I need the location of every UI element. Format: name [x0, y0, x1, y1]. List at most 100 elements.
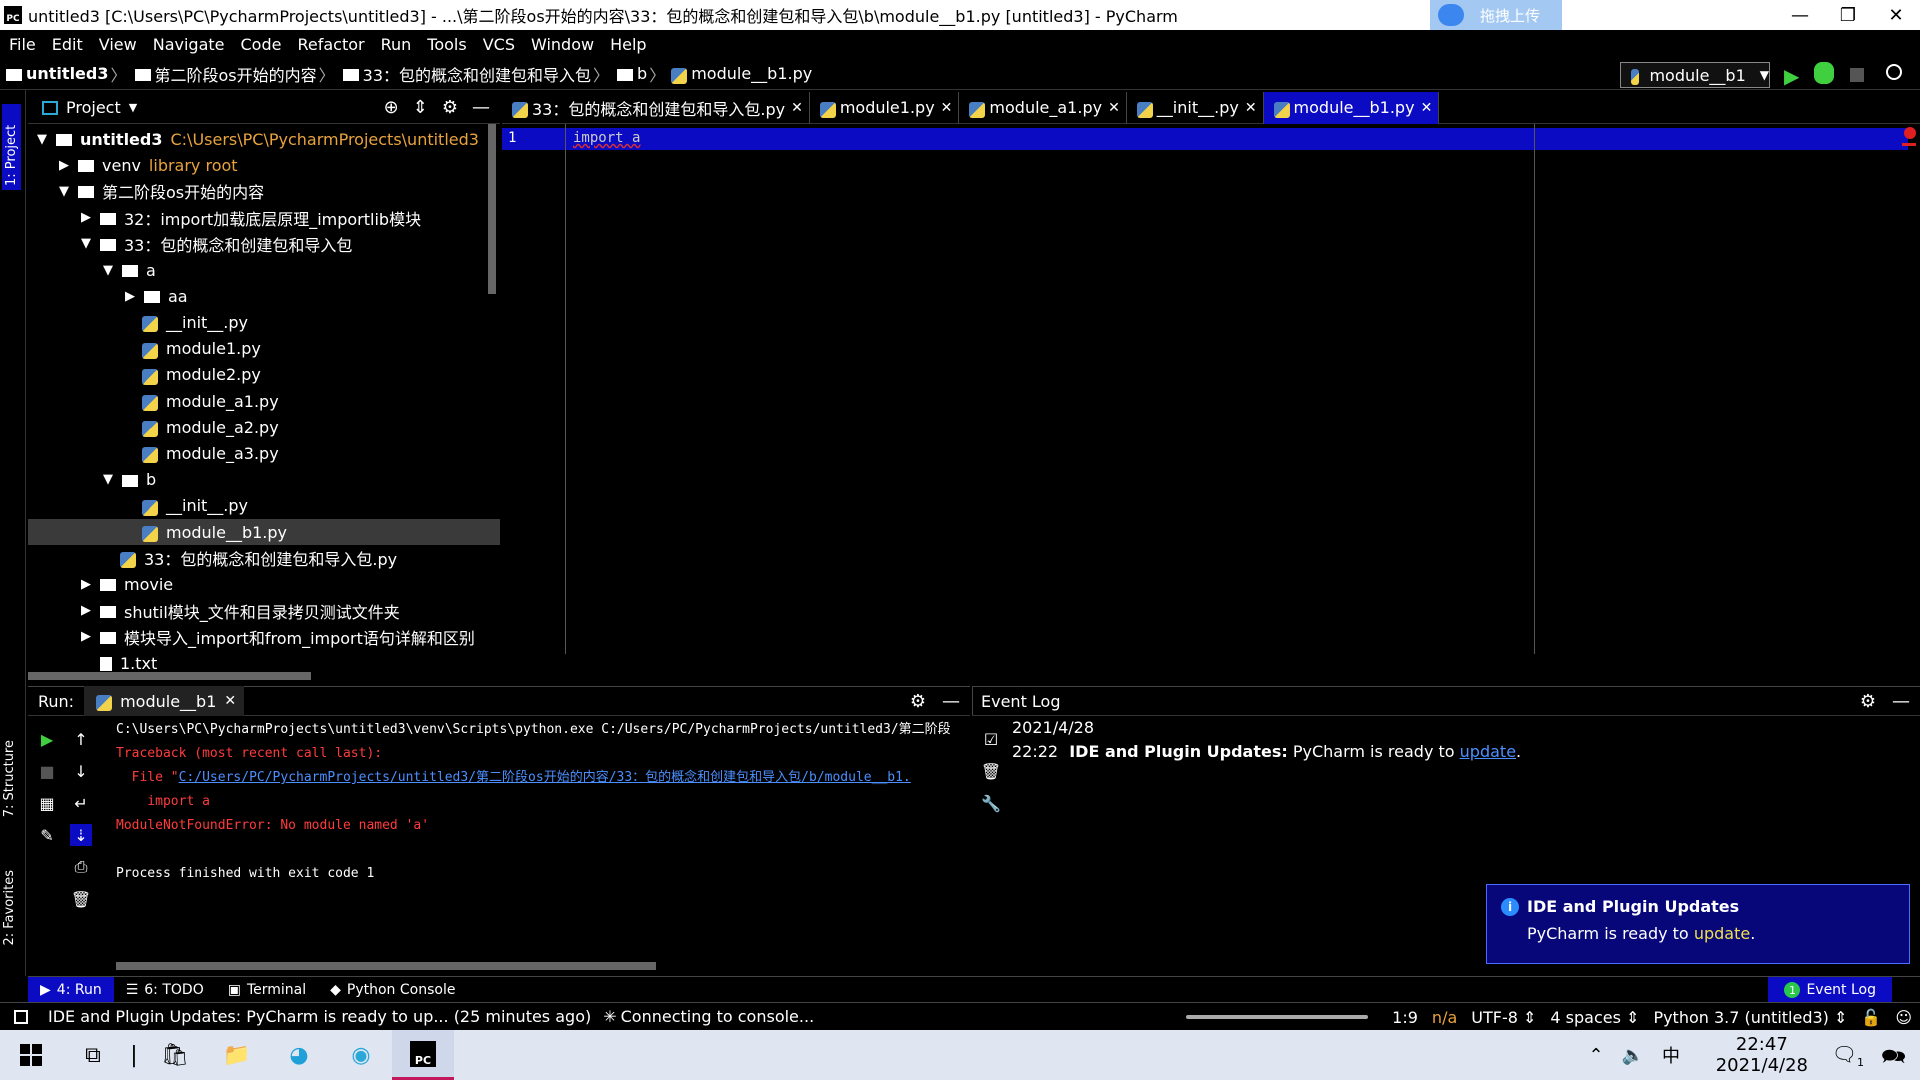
line-separator[interactable]: n/a: [1432, 1008, 1457, 1027]
chevron-right-icon[interactable]: ▶: [78, 629, 94, 644]
tree-node[interactable]: ▶ movie: [28, 571, 500, 597]
tree-node[interactable]: module_a1.py: [28, 388, 500, 414]
tree-node[interactable]: ▶ shutil模块_文件和目录拷贝测试文件夹: [28, 598, 500, 624]
file-explorer-icon[interactable]: 📁: [206, 1030, 268, 1080]
menu-refactor[interactable]: Refactor: [288, 35, 371, 54]
tree-node[interactable]: module_a3.py: [28, 440, 500, 466]
status-message[interactable]: IDE and Plugin Updates: PyCharm is ready…: [48, 1007, 591, 1026]
collapse-all-icon[interactable]: ⇕: [413, 97, 428, 118]
editor-tab[interactable]: module_a1.py ✕: [959, 91, 1127, 124]
tree-node[interactable]: __init__.py: [28, 493, 500, 519]
tree-node[interactable]: ▼ 33：包的概念和创建包和导入包: [28, 231, 500, 257]
debug-icon[interactable]: [1814, 62, 1834, 84]
update-notification[interactable]: i IDE and Plugin Updates PyCharm is ready…: [1486, 884, 1910, 964]
tree-node[interactable]: __init__.py: [28, 309, 500, 335]
tool-window-button[interactable]: ▣ Terminal: [216, 977, 318, 1003]
event-status-icon[interactable]: [14, 1009, 28, 1024]
menu-navigate[interactable]: Navigate: [144, 35, 232, 54]
tree-node[interactable]: ▼ untitled3 C:\Users\PC\PycharmProjects\un…: [28, 126, 500, 152]
breadcrumb-item[interactable]: 33：包的概念和创建包和导入包: [337, 62, 591, 86]
traceback-file-link[interactable]: C:/Users/PC/PycharmProjects/untitled3/第二…: [179, 770, 911, 785]
close-icon[interactable]: ✕: [1245, 100, 1257, 116]
chevron-down-icon[interactable]: ▼: [34, 132, 50, 147]
gear-icon[interactable]: ⚙: [910, 691, 926, 712]
menu-view[interactable]: View: [90, 35, 144, 54]
console-output[interactable]: C:\Users\PC\PycharmProjects\untitled3\ve…: [116, 718, 968, 968]
python-interpreter[interactable]: Python 3.7 (untitled3) ⇕: [1653, 1008, 1847, 1027]
close-icon[interactable]: ✕: [224, 693, 236, 709]
tree-node[interactable]: ▶ venv library root: [28, 152, 500, 178]
upload-widget[interactable]: 拖拽上传: [1430, 0, 1562, 30]
pycharm-taskbar-icon[interactable]: PC: [392, 1030, 454, 1080]
windows-start-icon[interactable]: [0, 1030, 62, 1080]
tree-node[interactable]: ▶ aa: [28, 283, 500, 309]
tree-node[interactable]: module_a2.py: [28, 414, 500, 440]
close-window-button[interactable]: ✕: [1872, 0, 1920, 30]
rerun-icon[interactable]: ▶: [36, 728, 58, 750]
chevron-up-icon[interactable]: ⌃: [1588, 1045, 1603, 1066]
menu-tools[interactable]: Tools: [418, 35, 473, 54]
chevron-down-icon[interactable]: ▼: [78, 236, 94, 251]
tree-node[interactable]: ▶ 32：import加载底层原理_importlib模块: [28, 205, 500, 231]
arrow-down-icon[interactable]: ↓: [70, 760, 92, 782]
chevron-down-icon[interactable]: ▼: [100, 472, 116, 487]
close-icon[interactable]: ✕: [941, 100, 953, 116]
tree-node[interactable]: ▼ a: [28, 257, 500, 283]
notification-update-link[interactable]: update: [1694, 924, 1750, 943]
search-icon[interactable]: [1886, 64, 1902, 80]
menu-edit[interactable]: Edit: [43, 35, 90, 54]
restore-button[interactable]: ❐: [1824, 0, 1872, 30]
breadcrumb-item[interactable]: b: [611, 64, 647, 83]
tool-window-button[interactable]: ▶ 4: Run: [28, 976, 114, 1003]
pin-icon[interactable]: ✎: [36, 824, 58, 846]
menu-run[interactable]: Run: [372, 35, 419, 54]
tool-window-button[interactable]: ◆ Python Console: [318, 977, 467, 1003]
menu-code[interactable]: Code: [232, 35, 289, 54]
wrench-icon[interactable]: 🔧: [980, 792, 1002, 814]
breadcrumb-item[interactable]: module__b1.py: [667, 64, 812, 84]
menu-help[interactable]: Help: [601, 35, 653, 54]
close-icon[interactable]: ✕: [1421, 100, 1433, 116]
volume-icon[interactable]: 🔈: [1622, 1045, 1644, 1066]
hide-icon[interactable]: —: [1892, 691, 1910, 712]
tool-window-button[interactable]: ☰ 6: TODO: [114, 977, 216, 1003]
caret-position[interactable]: 1:9: [1392, 1008, 1418, 1027]
run-configuration-select[interactable]: module__b1 ▼: [1620, 62, 1770, 88]
code-line[interactable]: import a: [573, 130, 640, 146]
structure-tool-tab[interactable]: 7: Structure: [2, 740, 17, 817]
locate-icon[interactable]: ⊕: [384, 97, 399, 118]
close-icon[interactable]: ✕: [791, 100, 803, 116]
cloud-app-icon[interactable]: ◉: [330, 1030, 392, 1080]
scroll-to-end-icon[interactable]: ⇣: [70, 824, 92, 846]
chevron-down-icon[interactable]: ▼: [56, 184, 72, 199]
code-editor[interactable]: [502, 124, 1920, 684]
run-tab[interactable]: module__b1 ✕: [84, 686, 245, 716]
mark-read-icon[interactable]: ☑: [980, 728, 1002, 750]
chevron-right-icon[interactable]: ▶: [78, 603, 94, 618]
notification-center-icon[interactable]: 🗨1: [1832, 1042, 1864, 1069]
arrow-up-icon[interactable]: ↑: [70, 728, 92, 750]
gear-icon[interactable]: ⚙: [442, 97, 458, 118]
tree-scrollbar[interactable]: [488, 124, 496, 294]
project-view-select[interactable]: Project: [66, 98, 121, 117]
task-view-icon[interactable]: ⧉: [62, 1030, 124, 1080]
tree-horizontal-scrollbar[interactable]: [28, 672, 311, 680]
indent-setting[interactable]: 4 spaces ⇕: [1550, 1008, 1639, 1027]
menu-file[interactable]: File: [0, 35, 43, 54]
tree-node[interactable]: 33：包的概念和创建包和导入包.py: [28, 545, 500, 571]
chevron-right-icon[interactable]: ▶: [122, 289, 138, 304]
editor-tab[interactable]: module__b1.py ✕: [1263, 91, 1440, 124]
hide-icon[interactable]: —: [942, 691, 960, 712]
store-icon[interactable]: 🛍: [144, 1030, 206, 1080]
editor-tab[interactable]: __init__.py ✕: [1127, 91, 1264, 124]
menu-window[interactable]: Window: [522, 35, 601, 54]
close-icon[interactable]: ✕: [1108, 100, 1120, 116]
editor-tab[interactable]: module1.py ✕: [810, 91, 960, 124]
minimize-button[interactable]: —: [1776, 0, 1824, 30]
action-center-icon[interactable]: 🗪: [1881, 1042, 1906, 1076]
editor-tab[interactable]: 33：包的概念和创建包和导入包.py ✕: [502, 91, 810, 124]
favorites-tool-tab[interactable]: 2: Favorites: [2, 870, 17, 946]
trash-icon[interactable]: 🗑: [70, 888, 92, 910]
chevron-down-icon[interactable]: ▼: [100, 263, 116, 278]
tree-node[interactable]: ▼ 第二阶段os开始的内容: [28, 178, 500, 204]
